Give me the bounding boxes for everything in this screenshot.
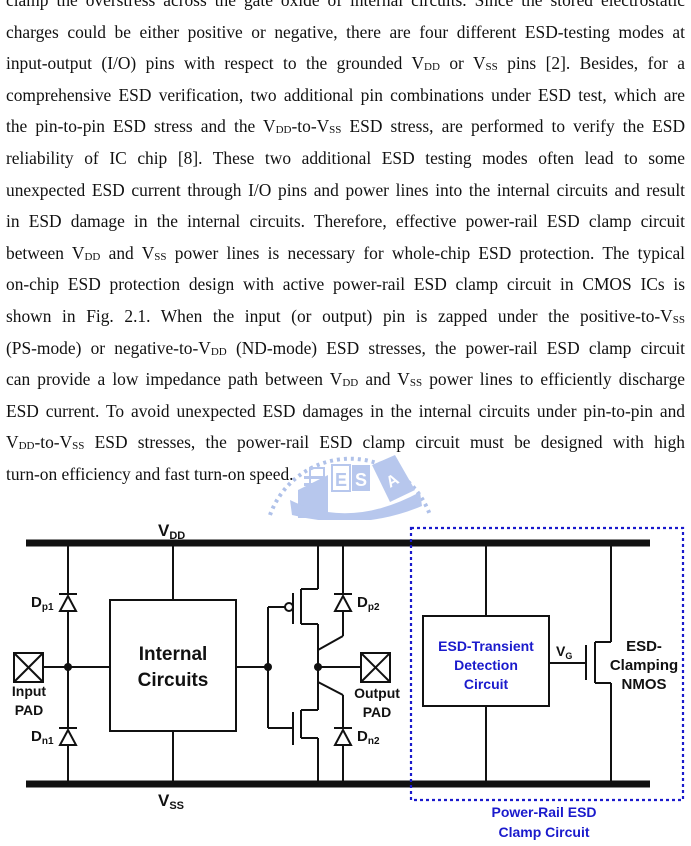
subscript: DD	[210, 345, 227, 358]
watermark-letter-s: S	[355, 470, 367, 490]
input-pad-label: Input PAD	[12, 683, 47, 718]
university-logo-watermark: E S A	[268, 455, 432, 520]
watermark-letter-e: E	[335, 470, 347, 490]
diode-dp2-icon	[333, 593, 353, 612]
subscript: SS	[672, 313, 685, 326]
subscript: SS	[329, 124, 342, 137]
diode-dp1-icon	[58, 593, 78, 612]
vg-label: VG	[556, 643, 572, 661]
clamping-nmos-label: ESD-Clamping NMOS	[610, 638, 678, 693]
text-line: charges could be either positive or nega…	[6, 21, 685, 42]
text-line: between VDD and VSS power lines is neces…	[6, 242, 685, 263]
internal-circuits-label: Internal Circuits	[138, 644, 209, 691]
text-line: input-output (I/O) pins with respect to …	[6, 53, 685, 74]
subscript: SS	[485, 61, 498, 74]
vdd-label: VDD	[158, 521, 185, 542]
text-line: the pin-to-pin ESD stress and the VDD-to…	[6, 116, 686, 137]
subscript: SS	[409, 377, 423, 390]
diode-dn1-icon	[58, 727, 78, 746]
dn2-label: Dn2	[357, 728, 380, 747]
dp2-label: Dp2	[357, 594, 380, 613]
vss-label: VSS	[158, 791, 184, 812]
text-line: shown in Fig. 2.1. When the input (or ou…	[6, 305, 685, 326]
pmos-gate-bubble	[284, 602, 294, 612]
subscript: SS	[154, 250, 167, 263]
text-line: clamp the overstress across the gate oxi…	[6, 0, 685, 10]
text-line: can provide a low impedance path between…	[6, 369, 686, 390]
subscript: SS	[72, 440, 85, 453]
text-line: (PS-mode) or negative-to-VDD (ND-mode) E…	[6, 337, 685, 358]
text-line: comprehensive ESD verification, two addi…	[6, 84, 685, 105]
subscript: DD	[18, 440, 35, 453]
esd-transient-label: ESD-Transient Detection Circuit	[438, 638, 534, 692]
subscript: DD	[275, 124, 292, 137]
input-pad-icon	[13, 652, 44, 683]
dn1-label: Dn1	[31, 728, 54, 747]
power-rail-clamp-label: Power-Rail ESD Clamp Circuit	[491, 804, 596, 840]
internal-circuits-block	[109, 599, 237, 732]
output-pad-label: Output PAD	[354, 685, 400, 720]
text-line: reliability of IC chip [8]. These two ad…	[6, 147, 685, 168]
esd-protection-diagram: VDD VSS Dp1 Dn1 Dp2 Dn2 Input PAD Output P…	[12, 521, 685, 840]
text-line: unexpected ESD current through I/O pins …	[6, 179, 685, 200]
body-paragraph: clamp the overstress across the gate oxi…	[6, 0, 685, 491]
text-line: in ESD damage in the internal circuits. …	[6, 211, 685, 232]
text-line: on-chip ESD protection design with activ…	[6, 274, 685, 295]
subscript: DD	[84, 250, 101, 263]
subscript: DD	[342, 377, 359, 390]
dp1-label: Dp1	[31, 594, 54, 613]
diode-dn2-icon	[333, 727, 353, 746]
subscript: DD	[424, 61, 440, 74]
output-pad-icon	[360, 652, 391, 683]
